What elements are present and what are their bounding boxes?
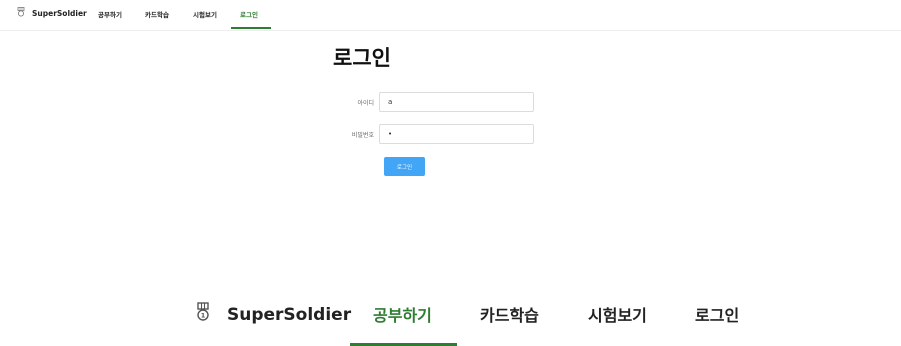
medal-icon: [17, 7, 25, 19]
zoomed-nav-item-study[interactable]: 공부하기: [373, 302, 432, 326]
brand-label: SuperSoldier: [32, 8, 87, 18]
zoomed-nav: 1 SuperSoldier 공부하기 카드학습 시험보기 로그인: [0, 290, 901, 346]
zoomed-nav-item-exam[interactable]: 시험보기: [588, 302, 647, 326]
nav-item-card-learning[interactable]: 카드학습: [145, 9, 169, 19]
active-nav-underline: [231, 27, 271, 29]
id-label: 아이디: [357, 99, 374, 107]
id-row: 아이디: [300, 92, 534, 112]
id-input[interactable]: [379, 92, 534, 112]
password-label: 비밀번호: [351, 131, 374, 139]
medal-icon: 1: [196, 302, 210, 327]
svg-text:1: 1: [201, 312, 206, 320]
nav-item-login[interactable]: 로그인: [240, 9, 258, 19]
top-nav: SuperSoldier 공부하기 카드학습 시험보기 로그인: [0, 0, 901, 31]
brand[interactable]: SuperSoldier: [17, 7, 87, 19]
page-title: 로그인: [333, 46, 391, 70]
password-row: 비밀번호: [300, 124, 534, 144]
page: SuperSoldier 공부하기 카드학습 시험보기 로그인 로그인 아이디 …: [0, 0, 901, 346]
zoomed-brand-label: SuperSoldier: [227, 304, 352, 325]
nav-item-study[interactable]: 공부하기: [98, 9, 122, 19]
zoomed-nav-item-card-learning[interactable]: 카드학습: [480, 302, 539, 326]
zoomed-brand[interactable]: 1 SuperSoldier: [196, 302, 351, 327]
password-input[interactable]: [379, 124, 534, 144]
login-button[interactable]: 로그인: [384, 157, 425, 176]
nav-item-exam[interactable]: 시험보기: [193, 9, 217, 19]
zoomed-nav-item-login[interactable]: 로그인: [695, 302, 739, 326]
